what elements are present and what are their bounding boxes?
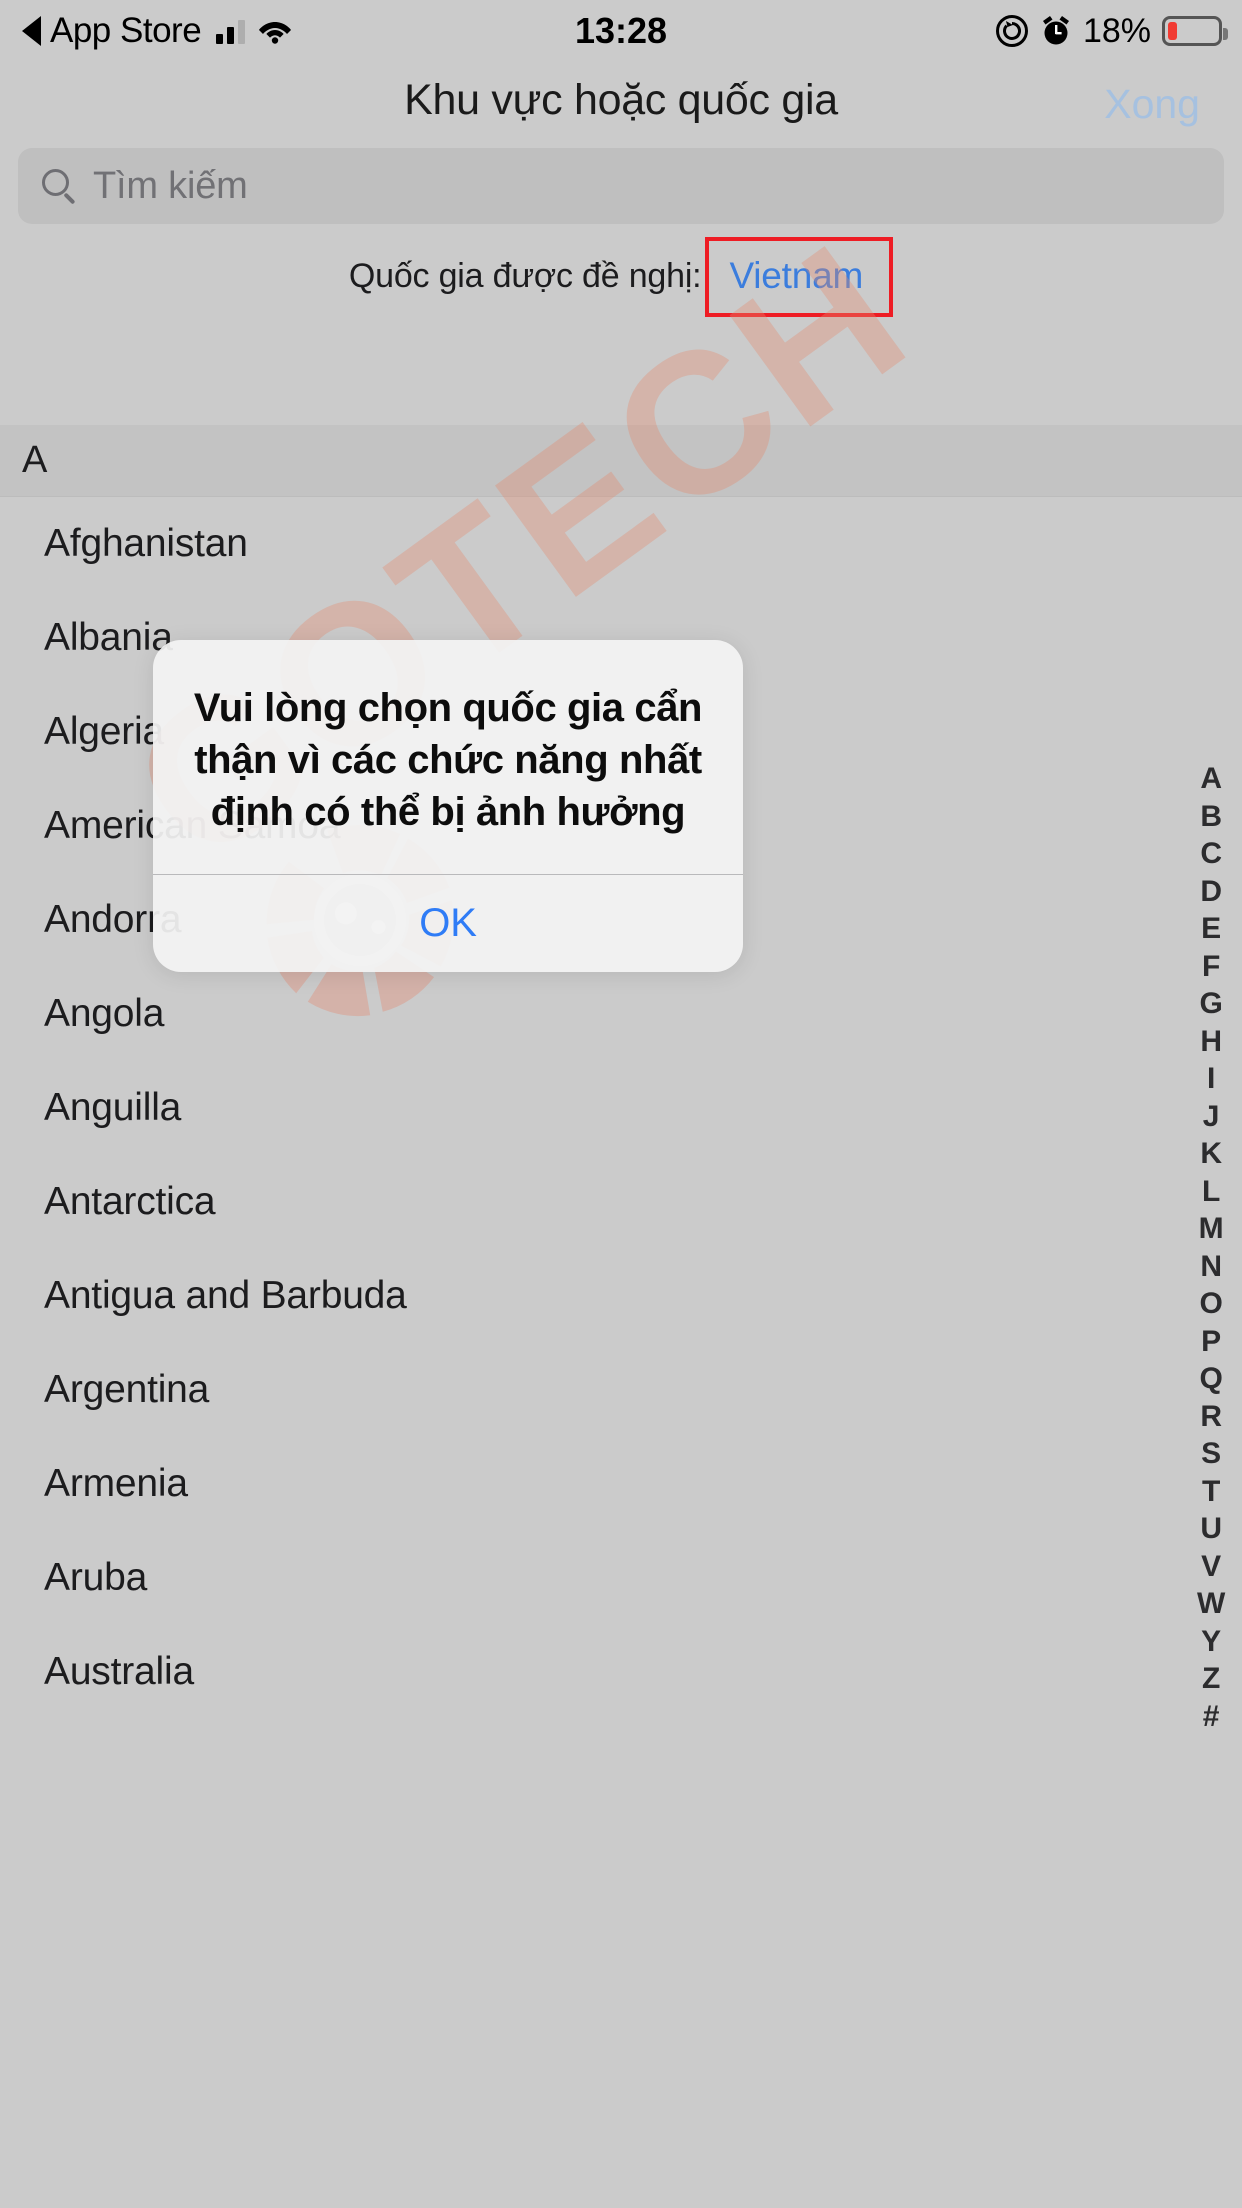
battery-icon [1162,16,1228,46]
index-letter[interactable]: M [1199,1210,1224,1248]
alarm-clock-icon [1040,14,1072,48]
alert-body: Vui lòng chọn quốc gia cẩn thận vì các c… [153,640,743,874]
index-letter[interactable]: J [1203,1098,1220,1136]
suggested-country-row: Quốc gia được đề nghị: Vietnam [0,237,1242,317]
index-letter[interactable]: F [1202,948,1220,986]
index-letter[interactable]: P [1201,1323,1221,1361]
list-item[interactable]: Antarctica [0,1155,1242,1249]
list-item[interactable]: Australia [0,1625,1242,1719]
suggested-country-label: Quốc gia được đề nghị: [348,256,702,295]
index-letter[interactable]: R [1200,1398,1222,1436]
index-letter[interactable]: N [1200,1248,1222,1286]
index-letter[interactable]: D [1200,873,1222,911]
search-field[interactable]: Tìm kiếm [18,148,1224,224]
index-letter[interactable]: C [1200,835,1222,873]
index-letter[interactable]: W [1197,1585,1225,1623]
index-letter[interactable]: O [1199,1285,1222,1323]
suggested-country-value[interactable]: Vietnam [729,255,863,296]
index-letter[interactable]: K [1200,1135,1222,1173]
index-letter[interactable]: # [1203,1698,1220,1736]
phone-screen: App Store 13:28 18% Khu vực hoặc quốc gi… [0,0,1242,2208]
alert-ok-button[interactable]: OK [153,875,743,972]
section-header-a: A [0,425,1242,497]
list-item[interactable]: Afghanistan [0,497,1242,591]
alphabet-index-strip[interactable]: A B C D E F G H I J K L M N O P Q R S T … [1188,760,1234,1735]
search-icon [42,169,76,205]
list-item[interactable]: Armenia [0,1437,1242,1531]
index-letter[interactable]: G [1199,985,1222,1023]
list-item[interactable]: Aruba [0,1531,1242,1625]
rotation-lock-icon [995,14,1029,48]
index-letter[interactable]: U [1200,1510,1222,1548]
index-letter[interactable]: A [1200,760,1222,798]
index-letter[interactable]: B [1200,798,1222,836]
navigation-bar: Khu vực hoặc quốc gia Xong [0,62,1242,148]
status-bar-right: 18% [995,11,1228,51]
index-letter[interactable]: Z [1202,1660,1220,1698]
search-bar-container: Tìm kiếm [0,148,1242,230]
list-item[interactable]: Argentina [0,1343,1242,1437]
battery-fill [1168,22,1177,40]
done-button[interactable]: Xong [1104,81,1200,128]
index-letter[interactable]: S [1201,1435,1221,1473]
page-title: Khu vực hoặc quốc gia [404,76,838,124]
list-item[interactable]: Angola [0,967,1242,1061]
index-letter[interactable]: T [1202,1473,1220,1511]
index-letter[interactable]: I [1207,1060,1215,1098]
index-letter[interactable]: V [1201,1548,1221,1586]
index-letter[interactable]: L [1202,1173,1220,1211]
list-item[interactable]: Anguilla [0,1061,1242,1155]
search-input-placeholder[interactable]: Tìm kiếm [93,165,248,208]
suggested-country-highlight-box: Vietnam [705,237,894,317]
index-letter[interactable]: E [1201,910,1221,948]
index-letter[interactable]: Q [1199,1360,1222,1398]
index-letter[interactable]: H [1200,1023,1222,1061]
battery-percentage-label: 18% [1082,11,1151,50]
list-item[interactable]: Antigua and Barbuda [0,1249,1242,1343]
status-bar: App Store 13:28 18% [0,0,1242,62]
alert-message: Vui lòng chọn quốc gia cẩn thận vì các c… [193,686,703,834]
alert-dialog: Vui lòng chọn quốc gia cẩn thận vì các c… [153,640,743,972]
index-letter[interactable]: Y [1201,1623,1221,1661]
